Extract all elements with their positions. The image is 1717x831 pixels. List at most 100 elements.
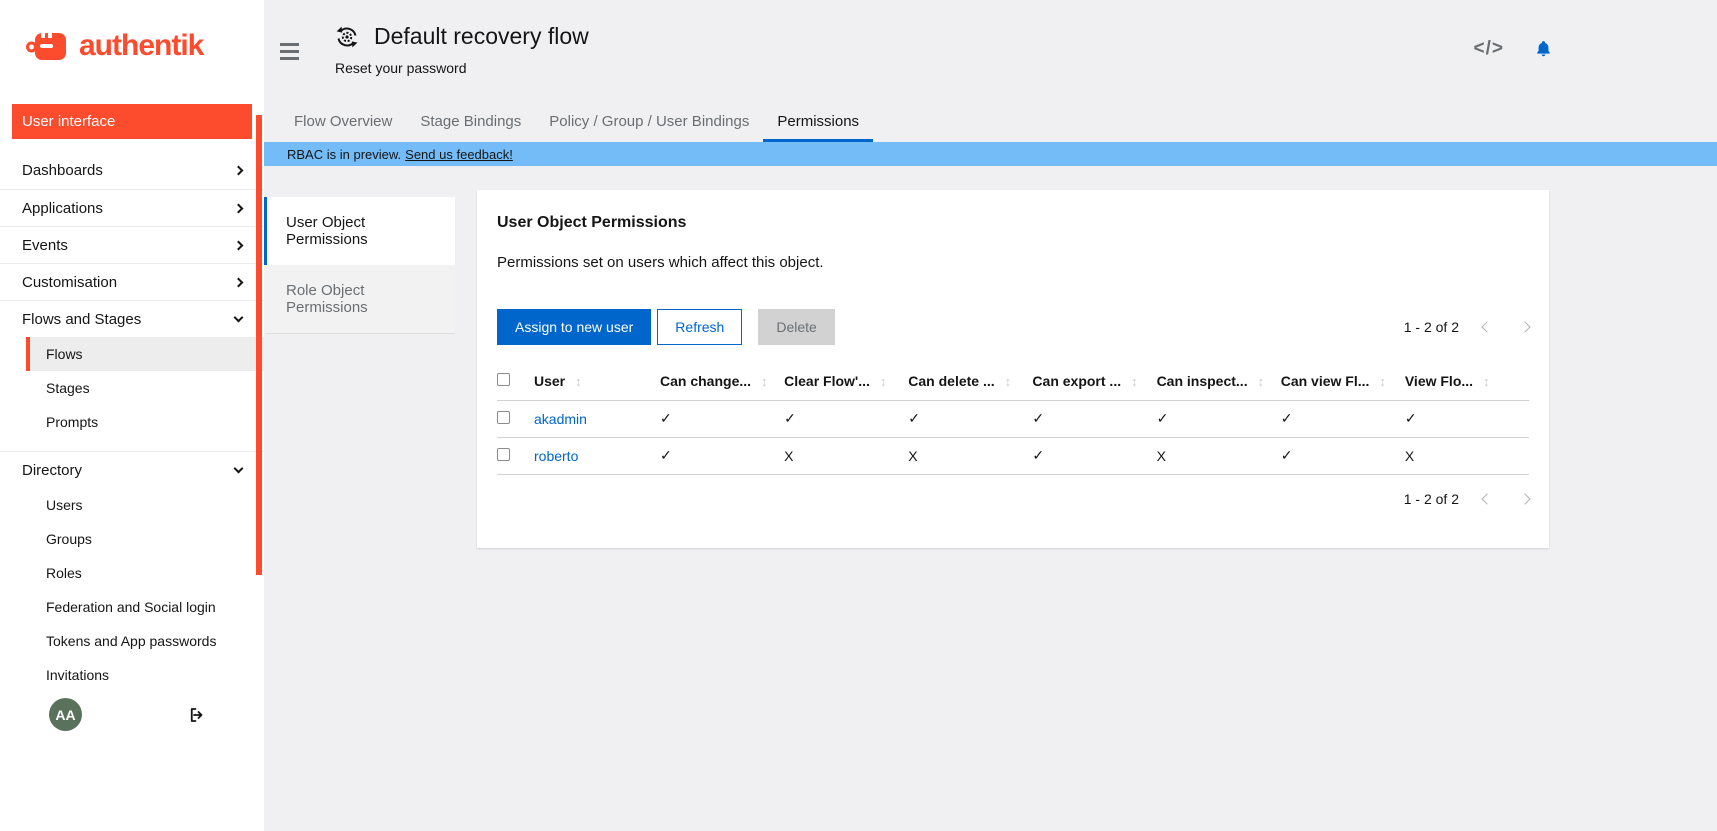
- sort-icon[interactable]: ↕: [1379, 374, 1386, 389]
- table-toolbar: Assign to new user Refresh Delete 1 - 2 …: [497, 309, 1529, 345]
- table-row: roberto ✓ X X ✓ X ✓ X: [497, 437, 1529, 474]
- page-header: Default recovery flow Reset your passwor…: [264, 0, 1717, 104]
- feedback-link[interactable]: Send us feedback!: [405, 147, 513, 162]
- app-root: authentik User interface Dashboards Appl…: [0, 0, 1717, 831]
- sidebar-item-applications[interactable]: Applications: [0, 189, 264, 226]
- sidebar-user-row: AA: [0, 698, 264, 731]
- column-header: Can delete ...: [908, 373, 994, 389]
- rbac-preview-banner: RBAC is in preview. Send us feedback!: [264, 142, 1717, 166]
- sidebar-item-label: Stages: [46, 380, 90, 396]
- sidebar-item-label: Flows: [46, 346, 83, 362]
- menu-toggle-icon[interactable]: [280, 43, 299, 64]
- pagination-prev-icon[interactable]: [1481, 493, 1492, 504]
- sort-icon[interactable]: ↕: [1258, 374, 1265, 389]
- sidebar-item-label: Flows and Stages: [22, 311, 141, 328]
- sidebar-item-flows-and-stages[interactable]: Flows and Stages: [0, 300, 264, 337]
- authentik-logo[interactable]: authentik: [0, 0, 264, 64]
- sort-icon[interactable]: ↕: [761, 374, 768, 389]
- permissions-table: User↕ Can change...↕ Clear Flow'...↕ Can…: [497, 363, 1529, 475]
- permissions-card: User Object Permissions Permissions set …: [477, 190, 1549, 548]
- table-header-row: User↕ Can change...↕ Clear Flow'...↕ Can…: [497, 363, 1529, 400]
- header-actions: </>: [1474, 38, 1717, 60]
- sidebar-item-groups[interactable]: Groups: [0, 522, 264, 556]
- pagination-next-icon[interactable]: [1519, 321, 1530, 332]
- sidebar-item-prompts[interactable]: Prompts: [0, 405, 264, 439]
- permission-side-tabs: User Object Permissions Role Object Perm…: [264, 197, 455, 334]
- sidebar-item-federation[interactable]: Federation and Social login: [0, 590, 264, 624]
- column-header: Can inspect...: [1157, 373, 1248, 389]
- sidebar-item-label: Dashboards: [22, 162, 103, 179]
- logout-icon[interactable]: [188, 706, 206, 724]
- chevron-right-icon: [234, 203, 244, 213]
- sort-icon[interactable]: ↕: [1005, 374, 1012, 389]
- permission-cell: ✓: [784, 400, 908, 437]
- permission-cell: ✓: [908, 400, 1032, 437]
- authentik-logo-icon: [26, 28, 72, 64]
- permission-cell: X: [1405, 437, 1529, 474]
- tab-user-object-permissions[interactable]: User Object Permissions: [264, 197, 455, 265]
- tab-policy-group-user-bindings[interactable]: Policy / Group / User Bindings: [535, 104, 763, 142]
- nav-spacer: [0, 439, 264, 451]
- sidebar-item-user-interface[interactable]: User interface: [12, 104, 252, 139]
- sidebar-item-dashboards[interactable]: Dashboards: [0, 152, 264, 189]
- notifications-bell-icon[interactable]: [1534, 39, 1553, 59]
- api-drawer-icon[interactable]: </>: [1474, 38, 1504, 60]
- column-header: Can change...: [660, 373, 751, 389]
- tab-flow-overview[interactable]: Flow Overview: [280, 104, 406, 142]
- pagination-bottom-wrap: 1 - 2 of 2: [497, 491, 1529, 507]
- sidebar-item-label: Roles: [46, 565, 82, 581]
- permission-cell: ✓: [1157, 400, 1281, 437]
- avatar[interactable]: AA: [49, 698, 82, 731]
- select-all-checkbox[interactable]: [497, 373, 510, 386]
- sidebar-item-label: Tokens and App passwords: [46, 633, 216, 649]
- sidebar-item-label: Customisation: [22, 274, 117, 291]
- sort-icon[interactable]: ↕: [575, 374, 582, 389]
- pagination-top: 1 - 2 of 2: [1404, 319, 1529, 335]
- row-checkbox[interactable]: [497, 448, 510, 461]
- column-header: User: [534, 373, 565, 389]
- chevron-down-icon: [234, 463, 244, 473]
- user-link[interactable]: akadmin: [534, 411, 587, 427]
- tab-permissions[interactable]: Permissions: [763, 104, 873, 142]
- sidebar-item-label: Applications: [22, 200, 103, 217]
- sidebar-item-roles[interactable]: Roles: [0, 556, 264, 590]
- sort-icon[interactable]: ↕: [1483, 374, 1490, 389]
- sidebar-item-tokens[interactable]: Tokens and App passwords: [0, 624, 264, 658]
- refresh-button[interactable]: Refresh: [657, 309, 742, 345]
- delete-button[interactable]: Delete: [758, 309, 834, 345]
- sidebar-item-stages[interactable]: Stages: [0, 371, 264, 405]
- page-title: Default recovery flow: [374, 23, 589, 50]
- sidebar: authentik User interface Dashboards Appl…: [0, 0, 264, 831]
- sidebar-item-users[interactable]: Users: [0, 488, 264, 522]
- sidebar-item-label: Invitations: [46, 667, 109, 683]
- tab-role-object-permissions[interactable]: Role Object Permissions: [264, 265, 455, 334]
- card-description: Permissions set on users which affect th…: [497, 254, 1529, 271]
- assign-to-new-user-button[interactable]: Assign to new user: [497, 309, 651, 345]
- sort-icon[interactable]: ↕: [1131, 374, 1138, 389]
- tab-stage-bindings[interactable]: Stage Bindings: [406, 104, 535, 142]
- permission-cell: X: [784, 437, 908, 474]
- sidebar-accent-bar: [256, 115, 262, 575]
- pagination-next-icon[interactable]: [1519, 493, 1530, 504]
- sidebar-item-customisation[interactable]: Customisation: [0, 263, 264, 300]
- row-checkbox[interactable]: [497, 411, 510, 424]
- flow-icon: [335, 25, 359, 49]
- pagination-label: 1 - 2 of 2: [1404, 319, 1459, 335]
- logo-text: authentik: [79, 29, 203, 63]
- sidebar-nav: Dashboards Applications Events Customisa…: [0, 152, 264, 692]
- permission-cell: ✓: [1281, 400, 1405, 437]
- sidebar-item-directory[interactable]: Directory: [0, 451, 264, 488]
- sidebar-item-label: Groups: [46, 531, 92, 547]
- user-link[interactable]: roberto: [534, 448, 578, 464]
- column-header: View Flo...: [1405, 373, 1473, 389]
- sort-icon[interactable]: ↕: [880, 374, 887, 389]
- pagination-prev-icon[interactable]: [1481, 321, 1492, 332]
- sidebar-item-label: Prompts: [46, 414, 98, 430]
- card-title: User Object Permissions: [497, 214, 1529, 232]
- permission-cell: ✓: [660, 400, 784, 437]
- sidebar-item-invitations[interactable]: Invitations: [0, 658, 264, 692]
- chevron-right-icon: [234, 166, 244, 176]
- chevron-right-icon: [234, 277, 244, 287]
- sidebar-item-flows[interactable]: Flows: [26, 337, 264, 371]
- sidebar-item-events[interactable]: Events: [0, 226, 264, 263]
